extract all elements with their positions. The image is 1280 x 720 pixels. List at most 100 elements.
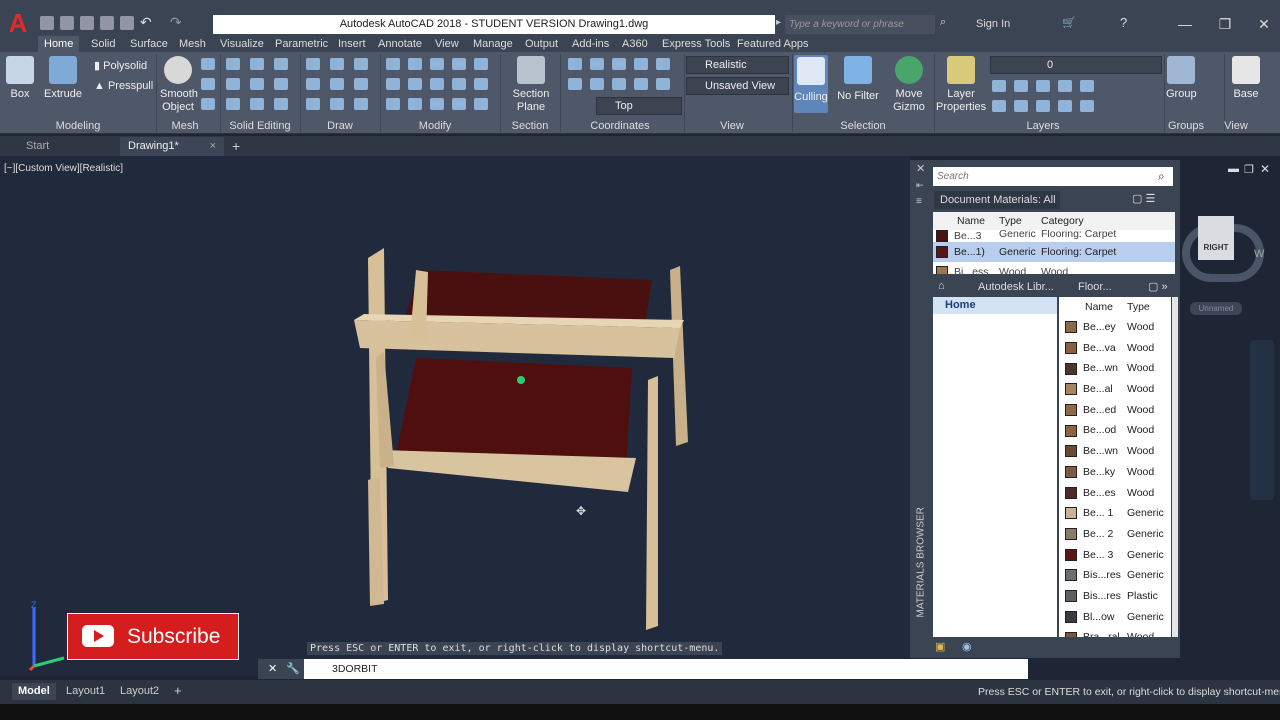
- spline-icon[interactable]: [306, 98, 320, 110]
- library-row[interactable]: Bra...ral Wood: [1059, 627, 1171, 637]
- tab-a360[interactable]: A360: [622, 36, 648, 52]
- tab-model[interactable]: Model: [12, 683, 56, 700]
- erase-icon[interactable]: [452, 58, 466, 70]
- explode-icon[interactable]: [474, 58, 488, 70]
- layer-tool-icon[interactable]: [1080, 100, 1094, 112]
- ucs-origin-icon[interactable]: [568, 78, 582, 90]
- tab-output[interactable]: Output: [525, 36, 558, 52]
- layer-tool-icon[interactable]: [1058, 100, 1072, 112]
- tab-parametric[interactable]: Parametric: [275, 36, 328, 52]
- autocad-logo-icon[interactable]: A: [0, 10, 36, 36]
- ucs-menu-button[interactable]: Unnamed: [1190, 302, 1242, 315]
- circle-icon[interactable]: [306, 78, 320, 90]
- ucs-icon[interactable]: [568, 58, 582, 70]
- tab-featured-apps[interactable]: Featured Apps: [737, 36, 809, 52]
- tab-visualize[interactable]: Visualize: [220, 36, 264, 52]
- ucs-view-icon[interactable]: [656, 78, 670, 90]
- add-layout-icon[interactable]: +: [174, 683, 182, 698]
- slice-icon[interactable]: [250, 58, 264, 70]
- trim-icon[interactable]: [430, 58, 444, 70]
- chair-model[interactable]: [340, 240, 700, 640]
- stretch-icon[interactable]: [452, 78, 466, 90]
- library-view-icon[interactable]: ▢ »: [1148, 280, 1168, 293]
- document-materials-filter[interactable]: Document Materials: All: [934, 191, 1060, 209]
- help-search-input[interactable]: Type a keyword or phrase: [785, 15, 935, 34]
- floor-breadcrumb[interactable]: Floor...: [1078, 281, 1112, 293]
- layer-tool-icon[interactable]: [1036, 100, 1050, 112]
- viewport-max-icon[interactable]: ❐: [1244, 163, 1254, 176]
- tab-express-tools[interactable]: Express Tools: [662, 36, 730, 52]
- redo-icon[interactable]: ↷: [170, 14, 182, 31]
- layer-tool-icon[interactable]: [1014, 100, 1028, 112]
- fillet-icon[interactable]: [430, 78, 444, 90]
- layer-select[interactable]: 0: [990, 56, 1162, 74]
- close-icon[interactable]: ✕: [1249, 14, 1279, 34]
- scale-icon[interactable]: [474, 78, 488, 90]
- rectangle-icon[interactable]: [330, 78, 344, 90]
- layer-tool-icon[interactable]: [1080, 80, 1094, 92]
- group-button[interactable]: Group: [1166, 56, 1197, 101]
- tab-annotate[interactable]: Annotate: [378, 36, 422, 52]
- imprint-icon[interactable]: [274, 78, 288, 90]
- layer-properties-button[interactable]: Layer Properties: [936, 56, 986, 114]
- library-row[interactable]: Be...ey Wood: [1059, 317, 1171, 338]
- union-icon[interactable]: [226, 58, 240, 70]
- col-category[interactable]: Category: [1041, 212, 1084, 230]
- new-icon[interactable]: [40, 16, 54, 30]
- mesh-tool-icon[interactable]: [201, 78, 215, 90]
- panel-layers[interactable]: Layers: [1010, 118, 1076, 134]
- panel-section[interactable]: Section: [500, 118, 560, 134]
- layer-tool-icon[interactable]: [992, 80, 1006, 92]
- open-icon[interactable]: [60, 16, 74, 30]
- tab-layout2[interactable]: Layout2: [114, 683, 165, 700]
- offset-tool-icon[interactable]: [430, 98, 444, 110]
- library-row[interactable]: Be...wn Wood: [1059, 441, 1171, 462]
- ellipse-icon[interactable]: [330, 98, 344, 110]
- library-row[interactable]: Be... 3 Generic: [1059, 545, 1171, 566]
- library-row[interactable]: Bl...ow Generic: [1059, 607, 1171, 628]
- home-icon[interactable]: ⌂: [938, 280, 945, 292]
- library-row[interactable]: Be...es Wood: [1059, 483, 1171, 504]
- doc-row[interactable]: Be...3 Generic Flooring: Carpet: [933, 230, 1175, 242]
- view-toggle-icon[interactable]: ▢ ☰: [1132, 192, 1155, 205]
- align-icon[interactable]: [408, 98, 422, 110]
- saveas-icon[interactable]: [100, 16, 114, 30]
- cmd-customize-icon[interactable]: 🔧: [286, 662, 300, 675]
- polygon-icon[interactable]: [354, 78, 368, 90]
- tab-insert[interactable]: Insert: [338, 36, 366, 52]
- library-row[interactable]: Be...od Wood: [1059, 420, 1171, 441]
- cart-icon[interactable]: 🛒: [1062, 16, 1076, 29]
- col-type[interactable]: Type: [999, 212, 1041, 230]
- close-tab-icon[interactable]: ×: [210, 137, 216, 156]
- panel-draw[interactable]: Draw: [305, 118, 375, 134]
- mesh-tool-icon[interactable]: [201, 98, 215, 110]
- library-home-node[interactable]: Home: [933, 297, 1057, 314]
- binoculars-icon[interactable]: ⌕: [940, 16, 946, 29]
- subtract-icon[interactable]: [226, 78, 240, 90]
- tab-layout1[interactable]: Layout1: [60, 683, 111, 700]
- library-scrollbar[interactable]: [1172, 297, 1178, 637]
- panel-modeling[interactable]: Modeling: [40, 118, 116, 134]
- layer-tool-icon[interactable]: [1058, 80, 1072, 92]
- section-plane-button[interactable]: Section Plane: [510, 56, 552, 114]
- base-button[interactable]: Base: [1232, 56, 1260, 101]
- drawing1-tab[interactable]: Drawing1* ×: [120, 137, 224, 156]
- ucs-3point-icon[interactable]: [590, 78, 604, 90]
- search-icon[interactable]: ⌕: [1158, 169, 1165, 184]
- move-gizmo-button[interactable]: Move Gizmo: [890, 56, 928, 114]
- palette-close-icon[interactable]: ✕: [916, 162, 925, 175]
- restore-icon[interactable]: ❐: [1210, 14, 1240, 34]
- new-tab-icon[interactable]: +: [232, 138, 240, 154]
- help-icon[interactable]: ?: [1120, 15, 1127, 30]
- hatch-icon[interactable]: [354, 98, 368, 110]
- ucs-x-icon[interactable]: [612, 58, 626, 70]
- library-row[interactable]: Be... 1 Generic: [1059, 503, 1171, 524]
- create-material-icon[interactable]: ▣: [935, 640, 945, 653]
- tab-surface[interactable]: Surface: [130, 36, 168, 52]
- print-icon[interactable]: [120, 16, 134, 30]
- tab-manage[interactable]: Manage: [473, 36, 513, 52]
- view-top-select[interactable]: Top: [596, 97, 682, 115]
- move-icon[interactable]: [386, 58, 400, 70]
- panel-coordinates[interactable]: Coordinates: [570, 118, 670, 134]
- signin-button[interactable]: Sign In: [958, 15, 1010, 34]
